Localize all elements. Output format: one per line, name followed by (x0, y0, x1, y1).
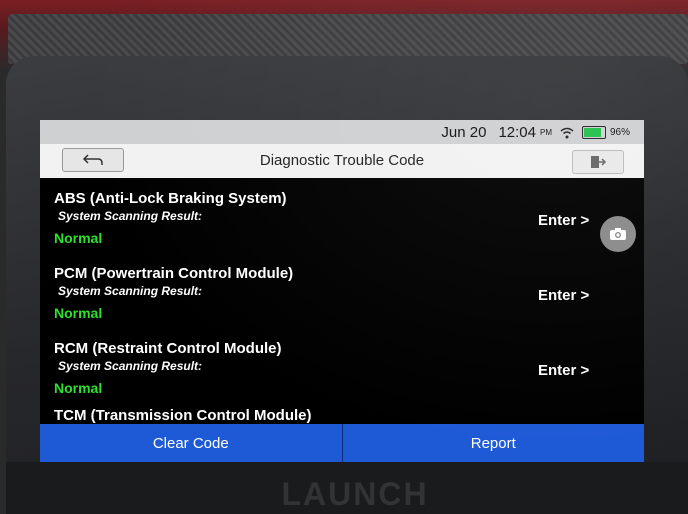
status-bar: Jun 20 12:04 PM 96% (40, 120, 644, 144)
enter-button[interactable]: Enter > (538, 362, 589, 379)
scan-result-label: System Scanning Result: (58, 359, 203, 373)
module-list: ABS (Anti-Lock Braking System) System Sc… (40, 180, 644, 462)
clear-code-button[interactable]: Clear Code (40, 424, 342, 462)
status-ampm: PM (539, 128, 552, 137)
enter-button[interactable]: Enter > (538, 212, 589, 229)
device-brand-logo: LAUNCH (281, 476, 429, 512)
list-item[interactable]: ABS (Anti-Lock Braking System) System Sc… (40, 180, 644, 255)
module-name: PCM (Powertrain Control Module) (54, 265, 294, 282)
status-badge: Normal (54, 230, 103, 246)
status-date: Jun 20 (441, 124, 487, 141)
battery-percent: 96% (609, 127, 630, 138)
module-name: RCM (Restraint Control Module) (54, 340, 282, 357)
exit-icon (591, 156, 607, 168)
list-item[interactable]: PCM (Powertrain Control Module) System S… (40, 255, 644, 330)
action-bar: Clear Code Report (40, 424, 644, 462)
page-title: Diagnostic Trouble Code (259, 152, 425, 169)
screenshot-button[interactable] (600, 216, 636, 252)
device-screen: Jun 20 12:04 PM 96% Diagnostic Trouble C… (40, 120, 644, 462)
enter-button[interactable]: Enter > (538, 287, 589, 304)
status-time: 12:04 (498, 124, 536, 141)
exit-button[interactable] (572, 150, 624, 174)
scan-result-label: System Scanning Result: (58, 284, 203, 298)
module-name: TCM (Transmission Control Module) (54, 407, 312, 424)
camera-icon (610, 228, 626, 240)
battery-fill (583, 128, 602, 137)
list-item[interactable]: RCM (Restraint Control Module) System Sc… (40, 330, 644, 405)
wifi-icon (560, 127, 574, 138)
scan-result-label: System Scanning Result: (58, 209, 203, 223)
title-bar: Diagnostic Trouble Code (40, 144, 644, 178)
report-button[interactable]: Report (342, 424, 644, 462)
module-name: ABS (Anti-Lock Braking System) (54, 190, 287, 207)
status-badge: Normal (54, 380, 103, 396)
status-badge: Normal (54, 305, 103, 321)
battery-icon (581, 126, 606, 139)
